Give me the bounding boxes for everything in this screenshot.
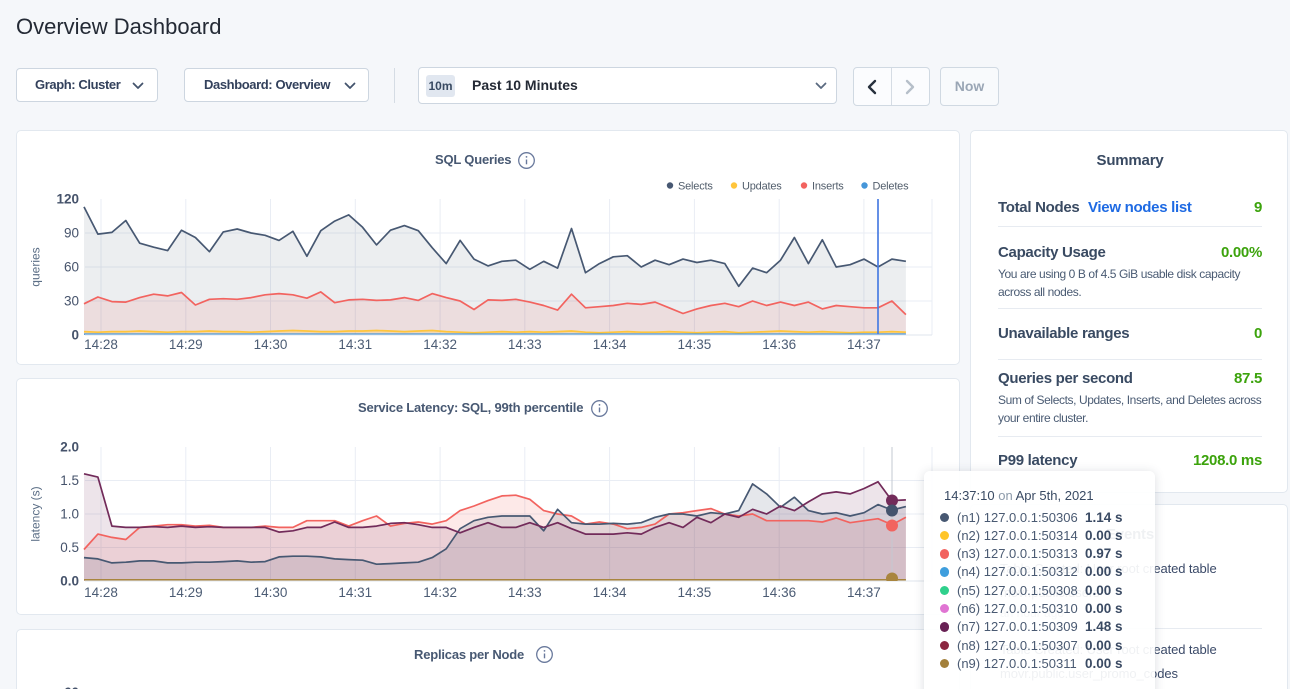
svg-text:14:31: 14:31 [338, 337, 372, 352]
svg-text:Selects: Selects [678, 181, 713, 193]
svg-text:14:37: 14:37 [847, 585, 881, 600]
svg-text:14:28: 14:28 [84, 337, 118, 352]
svg-text:60: 60 [64, 685, 79, 689]
svg-text:latency (s): latency (s) [29, 486, 43, 541]
svg-text:14:29: 14:29 [169, 585, 203, 600]
svg-text:14:34: 14:34 [593, 585, 627, 600]
svg-text:14:33: 14:33 [508, 585, 542, 600]
svg-text:14:31: 14:31 [338, 585, 372, 600]
svg-text:1.5: 1.5 [60, 473, 79, 488]
svg-text:14:36: 14:36 [762, 585, 796, 600]
svg-text:14:33: 14:33 [508, 337, 542, 352]
svg-text:queries: queries [29, 247, 43, 286]
svg-text:Inserts: Inserts [812, 181, 844, 193]
svg-text:Updates: Updates [742, 181, 782, 193]
svg-text:14:28: 14:28 [84, 585, 118, 600]
svg-text:0.0: 0.0 [60, 574, 79, 589]
svg-text:14:34: 14:34 [593, 337, 627, 352]
svg-text:0.5: 0.5 [60, 540, 79, 555]
svg-text:120: 120 [56, 192, 79, 207]
svg-text:2.0: 2.0 [60, 440, 79, 455]
svg-text:14:32: 14:32 [423, 337, 457, 352]
svg-text:14:36: 14:36 [762, 337, 796, 352]
svg-text:60: 60 [64, 260, 79, 275]
svg-text:Deletes: Deletes [873, 181, 910, 193]
svg-text:30: 30 [64, 294, 79, 309]
svg-text:14:30: 14:30 [254, 337, 288, 352]
svg-text:14:37: 14:37 [847, 337, 881, 352]
svg-text:90: 90 [64, 226, 79, 241]
svg-text:14:35: 14:35 [678, 585, 712, 600]
svg-text:14:29: 14:29 [169, 337, 203, 352]
svg-text:14:32: 14:32 [423, 585, 457, 600]
svg-text:1.0: 1.0 [60, 507, 79, 522]
svg-text:14:35: 14:35 [678, 337, 712, 352]
svg-text:14:30: 14:30 [254, 585, 288, 600]
svg-text:0: 0 [71, 328, 79, 343]
